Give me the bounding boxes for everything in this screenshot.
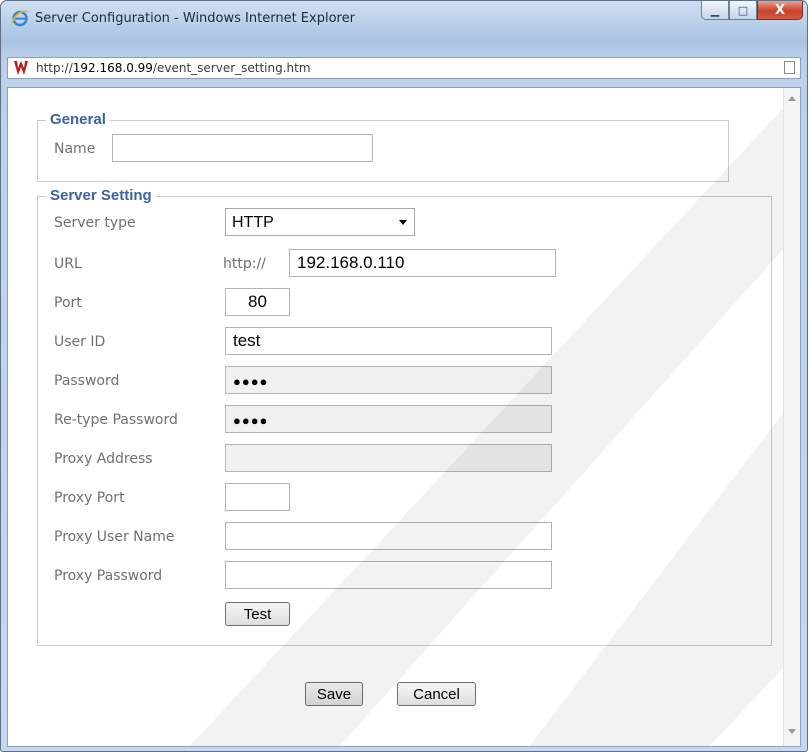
save-button[interactable]: Save bbox=[305, 682, 363, 706]
chevron-down-icon bbox=[399, 220, 407, 225]
url-label: URL bbox=[54, 256, 82, 272]
close-button[interactable]: X bbox=[757, 1, 803, 20]
address-url: http://192.168.0.99/event_server_setting… bbox=[36, 61, 311, 75]
retype-password-label: Re-type Password bbox=[54, 412, 178, 428]
test-button[interactable]: Test bbox=[225, 602, 290, 626]
name-label: Name bbox=[54, 141, 96, 157]
maximize-icon: □ bbox=[737, 3, 749, 17]
browser-window: Server Configuration - Windows Internet … bbox=[0, 0, 808, 752]
window-title: Server Configuration - Windows Internet … bbox=[35, 11, 355, 26]
password-input[interactable]: ●●●● bbox=[225, 366, 552, 394]
cancel-button[interactable]: Cancel bbox=[397, 682, 476, 706]
window-controls: ▁ □ X bbox=[701, 1, 803, 21]
name-input[interactable] bbox=[112, 134, 373, 162]
server-type-select[interactable]: HTTP bbox=[225, 208, 415, 236]
proxy-password-label: Proxy Password bbox=[54, 568, 163, 584]
vertical-scrollbar[interactable] bbox=[783, 88, 800, 746]
page-icon[interactable] bbox=[784, 61, 795, 74]
minimize-button[interactable]: ▁ bbox=[701, 1, 729, 20]
scroll-up-icon[interactable] bbox=[788, 96, 796, 101]
internet-explorer-icon bbox=[11, 10, 29, 27]
close-icon: X bbox=[774, 2, 786, 18]
password-label: Password bbox=[54, 373, 120, 389]
url-input[interactable]: 192.168.0.110 bbox=[289, 249, 556, 277]
proxy-password-input[interactable] bbox=[225, 561, 552, 589]
proxy-address-input[interactable] bbox=[225, 444, 552, 472]
maximize-button[interactable]: □ bbox=[729, 1, 757, 20]
scroll-down-icon[interactable] bbox=[788, 729, 796, 734]
proxy-user-name-label: Proxy User Name bbox=[54, 529, 175, 545]
url-prefix: http:// bbox=[223, 256, 266, 272]
minimize-icon: ▁ bbox=[710, 3, 720, 17]
site-logo-icon bbox=[12, 60, 30, 76]
title-bar[interactable]: Server Configuration - Windows Internet … bbox=[1, 1, 807, 37]
retype-password-input[interactable]: ●●●● bbox=[225, 405, 552, 433]
server-type-value: HTTP bbox=[232, 214, 274, 231]
proxy-address-label: Proxy Address bbox=[54, 451, 153, 467]
port-input[interactable]: 80 bbox=[225, 288, 290, 316]
page-content: General Name Server Setting Server type … bbox=[7, 87, 801, 747]
port-label: Port bbox=[54, 295, 82, 311]
user-id-label: User ID bbox=[54, 334, 106, 350]
general-legend: General bbox=[46, 111, 110, 128]
user-id-input[interactable]: test bbox=[225, 327, 552, 355]
proxy-user-name-input[interactable] bbox=[225, 522, 552, 550]
server-setting-legend: Server Setting bbox=[46, 187, 156, 204]
address-bar[interactable]: http://192.168.0.99/event_server_setting… bbox=[7, 57, 801, 79]
server-type-label: Server type bbox=[54, 215, 136, 231]
proxy-port-label: Proxy Port bbox=[54, 490, 125, 506]
proxy-port-input[interactable] bbox=[225, 483, 290, 511]
